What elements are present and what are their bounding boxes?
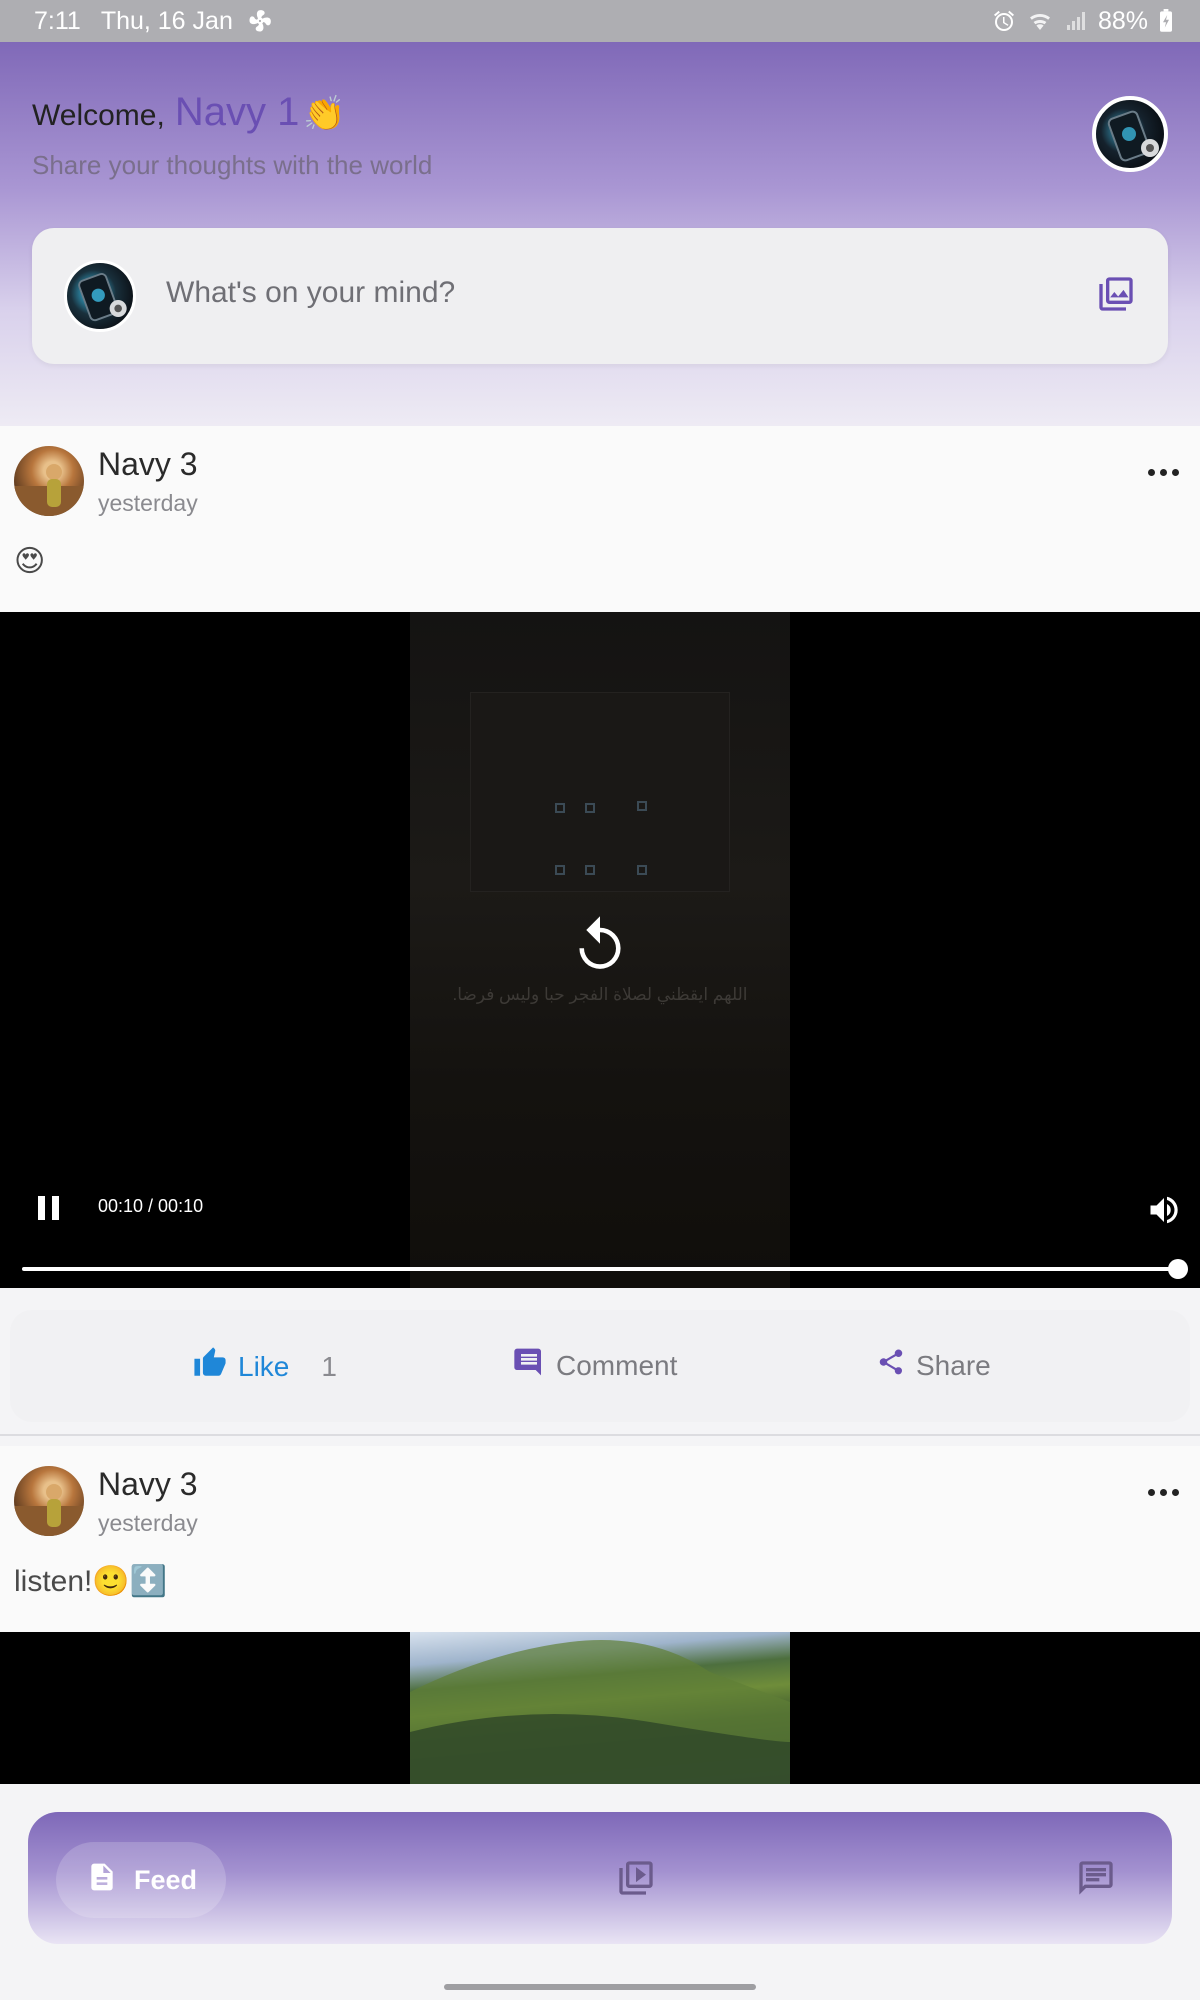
- welcome-header: Welcome, Navy 1 👏 Share your thoughts wi…: [0, 42, 1200, 426]
- nav-feed-tab[interactable]: Feed: [56, 1842, 226, 1918]
- video-player[interactable]: اللهم ايقظني لصلاة الفجر حبا وليس فرضا. …: [0, 612, 1200, 1288]
- post-divider: [0, 1434, 1200, 1436]
- status-date: Thu, 16 Jan: [100, 6, 233, 35]
- battery-percent: 88%: [1097, 6, 1148, 35]
- post-text: 😍: [14, 545, 46, 578]
- battery-icon: [1158, 9, 1174, 33]
- pause-icon[interactable]: [36, 1194, 62, 1227]
- comment-button[interactable]: Comment: [512, 1346, 677, 1385]
- post-card: Navy 3 yesterday 😍: [0, 426, 1200, 612]
- wave-emoji: 👏: [303, 95, 346, 133]
- like-count: 1: [321, 1350, 337, 1382]
- more-dots-icon[interactable]: [1148, 466, 1180, 478]
- alarm-icon: [992, 9, 1016, 33]
- video-scene: [470, 692, 730, 892]
- share-icon: [876, 1346, 906, 1385]
- user-name: Navy 1: [174, 90, 300, 134]
- wifi-icon: [1026, 9, 1054, 33]
- post-time: yesterday: [98, 1510, 198, 1536]
- post-text: listen!🙂↕️: [14, 1565, 168, 1598]
- status-bar: 7:11 Thu, 16 Jan 88%: [0, 0, 1200, 42]
- video-progress-handle[interactable]: [1168, 1259, 1188, 1279]
- chat-icon[interactable]: [1076, 1858, 1116, 1903]
- welcome-line: Welcome, Navy 1 👏: [32, 90, 346, 135]
- signal-icon: [1064, 9, 1088, 33]
- thumb-up-icon: [192, 1346, 228, 1387]
- nav-feed-label: Feed: [134, 1864, 198, 1895]
- author-avatar[interactable]: [14, 446, 84, 516]
- more-dots-icon[interactable]: [1148, 1486, 1180, 1498]
- post-author[interactable]: Navy 3: [98, 1466, 198, 1503]
- image-icon[interactable]: [1096, 274, 1136, 319]
- post-card: Navy 3 yesterday listen!🙂↕️: [0, 1446, 1200, 1632]
- home-indicator[interactable]: [444, 1984, 756, 1990]
- like-button[interactable]: Like 1: [192, 1346, 337, 1387]
- share-label: Share: [916, 1349, 991, 1381]
- composer-avatar: [64, 260, 136, 332]
- share-button[interactable]: Share: [876, 1346, 991, 1385]
- composer-input[interactable]: What's on your mind?: [166, 276, 455, 310]
- video-timecode: 00:10 / 00:10: [98, 1196, 204, 1216]
- video-caption: اللهم ايقظني لصلاة الفجر حبا وليس فرضا.: [452, 985, 748, 1004]
- status-time: 7:11: [34, 6, 81, 35]
- post-author[interactable]: Navy 3: [98, 446, 198, 483]
- video-progress-track[interactable]: [22, 1267, 1178, 1271]
- settings-fan-icon: [247, 8, 273, 34]
- video-library-icon[interactable]: [616, 1858, 656, 1903]
- comment-label: Comment: [556, 1349, 678, 1381]
- feed-icon: [86, 1860, 118, 1901]
- replay-icon[interactable]: [572, 914, 628, 983]
- author-avatar[interactable]: [14, 1466, 84, 1536]
- header-subtitle: Share your thoughts with the world: [32, 150, 433, 180]
- post-media[interactable]: [0, 1632, 1200, 1784]
- post-actions: Like 1 Comment Share: [10, 1310, 1190, 1422]
- post-time: yesterday: [98, 490, 198, 516]
- bottom-nav: Feed: [28, 1812, 1172, 1944]
- volume-icon[interactable]: [1146, 1192, 1182, 1233]
- like-label: Like: [238, 1350, 290, 1382]
- landscape-thumbnail: [410, 1632, 790, 1784]
- profile-avatar[interactable]: [1092, 96, 1168, 172]
- comment-icon: [512, 1346, 546, 1385]
- post-composer[interactable]: What's on your mind?: [32, 228, 1168, 364]
- welcome-label: Welcome,: [32, 99, 165, 132]
